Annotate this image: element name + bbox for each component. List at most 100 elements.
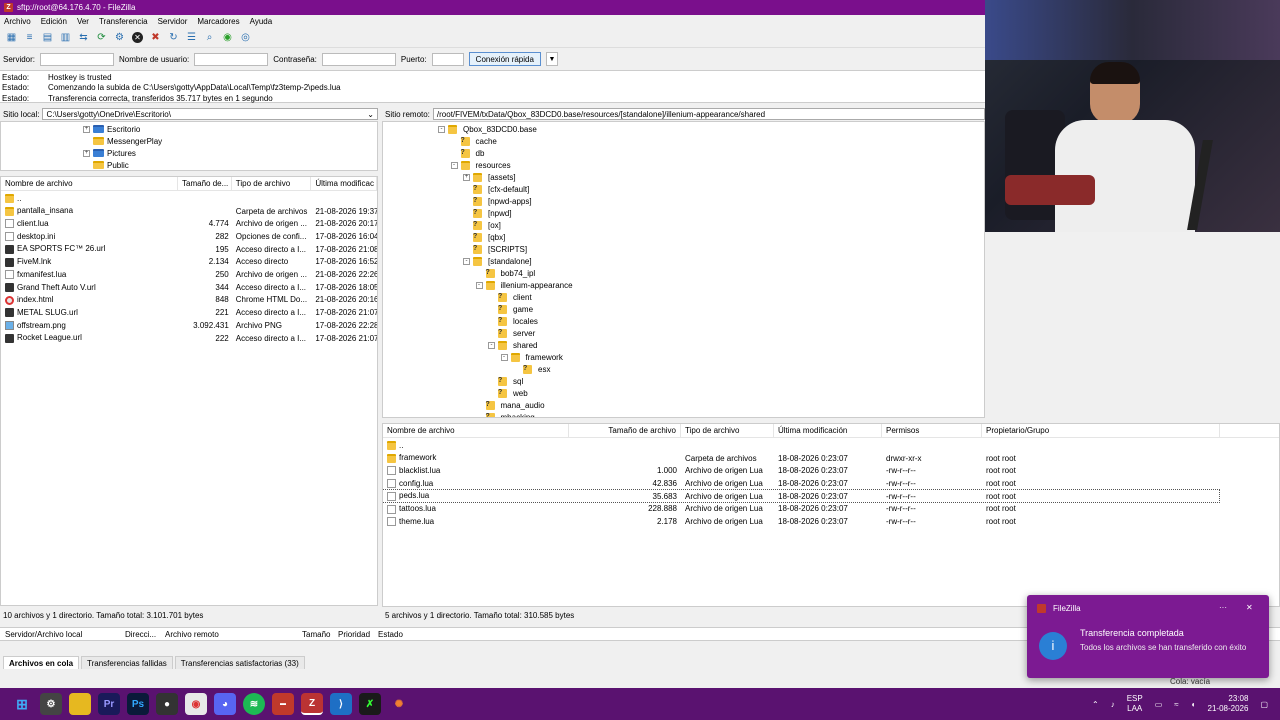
sync-browse-icon[interactable]: ◉: [220, 30, 235, 45]
close-icon[interactable]: ✕: [1246, 603, 1253, 612]
col-date[interactable]: Última modificac: [311, 177, 377, 190]
menu-servidor[interactable]: Servidor: [158, 17, 188, 26]
discord-icon[interactable]: ◕: [214, 693, 236, 715]
col-owner[interactable]: Propietario/Grupo: [982, 424, 1220, 437]
table-row[interactable]: blacklist.lua 1.000 Archivo de origen Lu…: [383, 464, 1279, 477]
tree-node[interactable]: - [standalone]: [463, 255, 532, 267]
queue-col[interactable]: Prioridad: [333, 630, 373, 639]
menu-edicion[interactable]: Edición: [41, 17, 67, 26]
col-size[interactable]: Tamaño de...: [178, 177, 232, 190]
col-name[interactable]: Nombre de archivo: [1, 177, 179, 190]
filter-icon[interactable]: ☰: [184, 30, 199, 45]
password-input[interactable]: [321, 52, 396, 66]
tree-node[interactable]: ? locales: [488, 315, 538, 327]
table-row[interactable]: ..: [383, 439, 1279, 452]
tree-node[interactable]: ? cache: [451, 135, 497, 147]
tree-node[interactable]: ? [npwd]: [463, 207, 512, 219]
settings-icon[interactable]: ⚙: [40, 693, 62, 715]
wifi-icon[interactable]: ≈: [1174, 700, 1178, 709]
monitor-icon[interactable]: ▭: [1155, 700, 1163, 709]
notification-bell-icon[interactable]: ▢: [1260, 700, 1268, 709]
table-row[interactable]: METAL SLUG.url 221 Acceso directo a I...…: [1, 306, 377, 319]
tree-node[interactable]: ? [ox]: [463, 219, 501, 231]
table-row[interactable]: theme.lua 2.178 Archivo de origen Lua 18…: [383, 515, 1279, 528]
table-row[interactable]: ..: [1, 192, 377, 205]
toggle-local-tree-icon[interactable]: ▤: [40, 30, 55, 45]
col-name[interactable]: Nombre de archivo: [383, 424, 569, 437]
tree-node[interactable]: ? sql: [488, 375, 523, 387]
table-row[interactable]: peds.lua 35.683 Archivo de origen Lua 18…: [383, 488, 1220, 504]
col-perm[interactable]: Permisos: [882, 424, 982, 437]
search-icon[interactable]: ⌕: [202, 30, 217, 45]
table-row[interactable]: fxmanifest.lua 250 Archivo de origen ...…: [1, 268, 377, 281]
disconnect-icon[interactable]: ✖: [148, 30, 163, 45]
col-type[interactable]: Tipo de archivo: [232, 177, 312, 190]
menu-archivo[interactable]: Archivo: [4, 17, 31, 26]
table-row[interactable]: Rocket League.url 222 Acceso directo a I…: [1, 332, 377, 345]
start-icon[interactable]: ⊞: [11, 693, 33, 715]
app-icon[interactable]: ✺: [388, 693, 410, 715]
menu-marcadores[interactable]: Marcadores: [197, 17, 239, 26]
tree-node[interactable]: - Qbox_83DCD0.base: [438, 123, 537, 135]
tab-queued[interactable]: Archivos en cola: [3, 656, 80, 669]
tree-node[interactable]: ? [SCRIPTS]: [463, 243, 527, 255]
queue-col[interactable]: Direcci...: [120, 630, 160, 639]
col-type[interactable]: Tipo de archivo: [681, 424, 774, 437]
table-row[interactable]: pantalla_insana Carpeta de archivos 21-0…: [1, 205, 377, 218]
filezilla-taskbar-icon[interactable]: Z: [301, 693, 323, 715]
reconnect-icon[interactable]: ↻: [166, 30, 181, 45]
tab-failed[interactable]: Transferencias fallidas: [81, 656, 173, 669]
tree-node[interactable]: ? game: [488, 303, 533, 315]
table-row[interactable]: client.lua 4.774 Archivo de origen ... 2…: [1, 217, 377, 230]
tree-node[interactable]: ? mhacking: [476, 411, 535, 417]
tree-node[interactable]: ? bob74_ipl: [476, 267, 535, 279]
table-row[interactable]: EA SPORTS FC™ 26.url 195 Acceso directo …: [1, 243, 377, 256]
clock[interactable]: 23:08 21-08-2026: [1208, 694, 1249, 714]
tree-node[interactable]: - resources: [450, 159, 511, 171]
tree-node[interactable]: - illenium-appearance: [475, 279, 573, 291]
tree-node[interactable]: ? mana_audio: [476, 399, 545, 411]
file-explorer-icon[interactable]: [69, 693, 91, 715]
queue-col[interactable]: Archivo remoto: [160, 630, 297, 639]
local-path-select[interactable]: C:\Users\gotty\OneDrive\Escritorio\ ⌄: [42, 108, 378, 120]
binoculars-icon[interactable]: ◎: [238, 30, 253, 45]
menu-ver[interactable]: Ver: [77, 17, 89, 26]
app-icon[interactable]: ▬: [272, 693, 294, 715]
tree-node[interactable]: ? [cfx-default]: [463, 183, 529, 195]
terminal-icon[interactable]: ✗: [359, 693, 381, 715]
queue-col[interactable]: Tamaño: [297, 630, 333, 639]
refresh-icon[interactable]: ⟳: [94, 30, 109, 45]
tree-node[interactable]: ? server: [488, 327, 535, 339]
menu-ayuda[interactable]: Ayuda: [250, 17, 273, 26]
col-date[interactable]: Última modificación: [774, 424, 882, 437]
photoshop-icon[interactable]: Ps: [127, 693, 149, 715]
mic-icon[interactable]: ♪: [1111, 700, 1115, 709]
tree-node[interactable]: - shared: [488, 339, 537, 351]
queue-col[interactable]: Servidor/Archivo local: [0, 630, 120, 639]
tab-successful[interactable]: Transferencias satisfactorias (33): [174, 656, 305, 669]
remote-path-select[interactable]: /root/FIVEM/txData/Qbox_83DCD0.base/reso…: [432, 108, 985, 120]
volume-icon[interactable]: ◖: [1191, 700, 1196, 709]
port-input[interactable]: [431, 52, 464, 66]
table-row[interactable]: offstream.png 3.092.431 Archivo PNG 17-0…: [1, 319, 377, 332]
table-row[interactable]: config.lua 42.836 Archivo de origen Lua …: [383, 477, 1279, 490]
tree-node[interactable]: ? [qbx]: [463, 231, 505, 243]
spotify-icon[interactable]: ≋: [243, 693, 265, 715]
site-manager-icon[interactable]: ▦: [4, 30, 19, 45]
tree-node[interactable]: ? esx: [513, 363, 550, 375]
tree-node[interactable]: + Pictures: [83, 147, 136, 159]
toggle-log-icon[interactable]: ≡: [22, 30, 37, 45]
tree-node[interactable]: ? [npwd-apps]: [463, 195, 532, 207]
chevron-up-icon[interactable]: ⌃: [1092, 700, 1099, 709]
chrome-icon[interactable]: ◉: [185, 693, 207, 715]
menu-transferencia[interactable]: Transferencia: [99, 17, 148, 26]
toast-notification[interactable]: FileZilla ··· ✕ i Transferencia completa…: [1027, 595, 1269, 678]
toggle-queue-icon[interactable]: ⇆: [76, 30, 91, 45]
tree-node[interactable]: + Escritorio: [83, 123, 140, 135]
tree-node[interactable]: ? client: [488, 291, 532, 303]
table-row[interactable]: Grand Theft Auto V.url 344 Acceso direct…: [1, 281, 377, 294]
more-icon[interactable]: ···: [1219, 603, 1227, 612]
table-row[interactable]: framework Carpeta de archivos 18-08-2026…: [383, 452, 1279, 465]
language-indicator[interactable]: ESP LAA: [1127, 694, 1143, 714]
tree-node[interactable]: - framework: [500, 351, 563, 363]
